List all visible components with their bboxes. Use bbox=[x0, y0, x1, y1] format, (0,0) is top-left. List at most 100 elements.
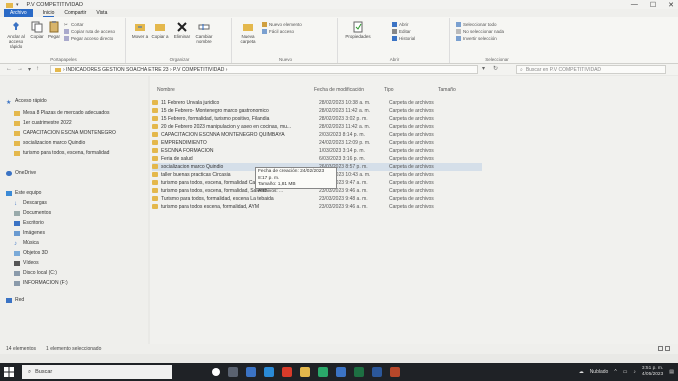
nav-quick-access[interactable]: ★ Acceso rápido bbox=[6, 98, 47, 106]
folder-icon bbox=[55, 68, 61, 72]
back-arrow-icon[interactable]: ← bbox=[6, 66, 12, 73]
file-row[interactable]: turismo para todos escena, formalidad, A… bbox=[152, 203, 482, 211]
nav-pc-item[interactable]: Vídeos bbox=[14, 260, 39, 266]
notifications-icon[interactable]: ▤ bbox=[669, 369, 674, 375]
path-icon bbox=[64, 29, 69, 34]
easy-access-button[interactable]: Fácil acceso bbox=[262, 29, 294, 34]
refresh-icon[interactable]: ↻ bbox=[493, 65, 498, 72]
file-row[interactable]: 11 Febrero Unvala juridico 28/02/2023 10:… bbox=[152, 99, 482, 107]
nav-pc-item[interactable]: ↓ Descargas bbox=[14, 200, 47, 207]
paste-shortcut-button[interactable]: Pegar acceso directo bbox=[64, 36, 113, 41]
nav-pc-item[interactable]: Documentos bbox=[14, 210, 51, 216]
taskbar-search[interactable]: ⌕ Buscar bbox=[22, 365, 172, 379]
start-button[interactable] bbox=[0, 363, 18, 381]
new-folder-button[interactable]: Nueva carpeta bbox=[238, 21, 258, 44]
copy-to-button[interactable]: Copiar a bbox=[151, 21, 169, 39]
cortana-icon[interactable] bbox=[212, 368, 220, 376]
file-row[interactable]: ESCNNA FORMACION 1/03/2023 3:14 p. m. Carp… bbox=[152, 147, 482, 155]
address-bar[interactable]: › INDICADORES GESTION SOACHA ETRE 23 › P… bbox=[50, 65, 478, 74]
file-row[interactable]: Feria de salud 6/03/2023 3:16 p. m. Carpet… bbox=[152, 155, 482, 163]
file-row[interactable]: EMPRENDIMIENTO 24/02/2023 12:09 p. m. Carp… bbox=[152, 139, 482, 147]
details-view-icon[interactable] bbox=[658, 346, 663, 351]
new-item-button[interactable]: Nuevo elemento bbox=[262, 22, 302, 27]
address-row: ← → ▾ ↑ › INDICADORES GESTION SOACHA ETR… bbox=[0, 64, 678, 75]
nav-pinned-item[interactable]: socializacion marco Quindio bbox=[14, 140, 85, 146]
column-header-type[interactable]: Tipo bbox=[384, 87, 394, 95]
delete-button[interactable]: Eliminar bbox=[172, 21, 192, 39]
copy-folder-icon bbox=[155, 24, 165, 31]
nav-pinned-item[interactable]: Mesa 8 Plazas de mercado adecuados bbox=[14, 110, 109, 116]
store-icon[interactable] bbox=[336, 367, 346, 377]
word-icon[interactable] bbox=[372, 367, 382, 377]
nav-pc-item[interactable]: Imágenes bbox=[14, 230, 45, 236]
search-input[interactable]: ⌕ Buscar en P.V COMPETITIVIDAD bbox=[516, 65, 666, 74]
nav-pc-item[interactable]: Disco local (C:) bbox=[14, 270, 57, 276]
shortcut-icon bbox=[64, 36, 69, 41]
nav-pc-item[interactable]: INFORMACION (F:) bbox=[14, 280, 68, 286]
select-all-button[interactable]: Seleccionar todo bbox=[456, 22, 497, 27]
dropdown-icon[interactable]: ▾ bbox=[16, 2, 19, 8]
nav-this-pc[interactable]: Este equipo bbox=[6, 190, 41, 196]
address-tools: ▾ ↻ bbox=[482, 65, 498, 72]
nav-pc-item[interactable]: Objetos 3D bbox=[14, 250, 48, 256]
copy-button[interactable]: Copiar bbox=[29, 21, 45, 39]
folder-app-icon[interactable] bbox=[300, 367, 310, 377]
nav-pinned-item[interactable]: turismo para todos, escena, formalidad bbox=[14, 150, 109, 156]
large-icons-view-icon[interactable] bbox=[665, 346, 670, 351]
clock[interactable]: 3:51 p. m. 4/05/2023 bbox=[642, 366, 663, 378]
file-row[interactable]: CAPACITACION ESCNNA MONTENEGRO QUIMBAYA 2… bbox=[152, 131, 482, 139]
file-row[interactable]: Turismo para todos, formalidad, escena L… bbox=[152, 195, 482, 203]
file-date: 28/02/2023 11:42 a. m. bbox=[319, 107, 371, 114]
nav-pc-item[interactable]: Escritorio bbox=[14, 220, 44, 226]
excel-icon[interactable] bbox=[354, 367, 364, 377]
item-count: 14 elementos bbox=[6, 346, 37, 352]
nav-pinned-item[interactable]: CAPACITACION ESCNA MONTENEGRO bbox=[14, 130, 116, 136]
pin-button[interactable]: Anclar al acceso rápido bbox=[5, 21, 27, 49]
history-button[interactable]: Historial bbox=[392, 36, 415, 41]
nav-pc-item[interactable]: ♪ Música bbox=[14, 240, 39, 247]
tab-file[interactable]: Archivo bbox=[4, 9, 33, 17]
powerpoint-icon[interactable] bbox=[390, 367, 400, 377]
tab-view[interactable]: Vista bbox=[96, 10, 107, 16]
nav-pinned-item[interactable]: 1er cuatrimestre 2022 bbox=[14, 120, 72, 126]
tab-share[interactable]: Compartir bbox=[64, 10, 86, 16]
properties-button[interactable]: Propiedades bbox=[344, 21, 372, 39]
maximize-button[interactable]: ☐ bbox=[650, 1, 656, 9]
chrome-icon[interactable] bbox=[318, 367, 328, 377]
paste-button[interactable]: Pegar bbox=[47, 21, 61, 39]
nav-network[interactable]: Red bbox=[6, 297, 24, 303]
nav-onedrive[interactable]: OneDrive bbox=[6, 170, 36, 176]
tray-chevron-icon[interactable]: ^ bbox=[614, 369, 616, 375]
up-arrow-icon[interactable]: ↑ bbox=[36, 66, 39, 73]
rename-button[interactable]: Cambiar nombre bbox=[194, 21, 214, 44]
select-none-button[interactable]: No seleccionar nada bbox=[456, 29, 504, 34]
cut-button[interactable]: ✂ Cortar bbox=[64, 22, 84, 27]
column-header-date[interactable]: Fecha de modificación bbox=[314, 87, 364, 95]
file-row[interactable]: 20 de Febrero 2023 manipulacion y aseo e… bbox=[152, 123, 482, 131]
file-row[interactable]: 15 Febrero, formalidad, turismo positivo… bbox=[152, 115, 482, 123]
history-label: Historial bbox=[399, 36, 416, 41]
move-to-button[interactable]: Mover a bbox=[131, 21, 149, 39]
open-button[interactable]: Abrir bbox=[392, 22, 409, 27]
office-icon[interactable] bbox=[282, 367, 292, 377]
recent-dropdown-icon[interactable]: ▾ bbox=[28, 66, 31, 73]
forward-arrow-icon[interactable]: → bbox=[17, 66, 23, 73]
file-date: 6/03/2023 3:16 p. m. bbox=[319, 155, 365, 162]
edge-icon[interactable] bbox=[264, 367, 274, 377]
edit-button[interactable]: Editar bbox=[392, 29, 411, 34]
close-button[interactable]: ✕ bbox=[668, 1, 674, 9]
folder-icon bbox=[14, 140, 20, 146]
column-header-name[interactable]: Nombre bbox=[157, 87, 175, 95]
file-row[interactable]: 15 de Febrero- Montenegro marco gastrono… bbox=[152, 107, 482, 115]
file-explorer-icon[interactable] bbox=[246, 367, 256, 377]
copy-path-button[interactable]: Copiar ruta de acceso bbox=[64, 29, 115, 34]
invert-selection-button[interactable]: Invertir selección bbox=[456, 36, 497, 41]
column-header-size[interactable]: Tamaño bbox=[438, 87, 456, 95]
address-dropdown-icon[interactable]: ▾ bbox=[482, 65, 485, 72]
folder-icon bbox=[14, 110, 20, 116]
task-view-icon[interactable] bbox=[228, 367, 238, 377]
tab-home[interactable]: Inicio bbox=[42, 10, 55, 17]
network-tray-icon[interactable]: ▭ bbox=[623, 369, 628, 375]
volume-icon[interactable]: ♪ bbox=[633, 369, 636, 375]
minimize-button[interactable]: — bbox=[631, 1, 638, 8]
